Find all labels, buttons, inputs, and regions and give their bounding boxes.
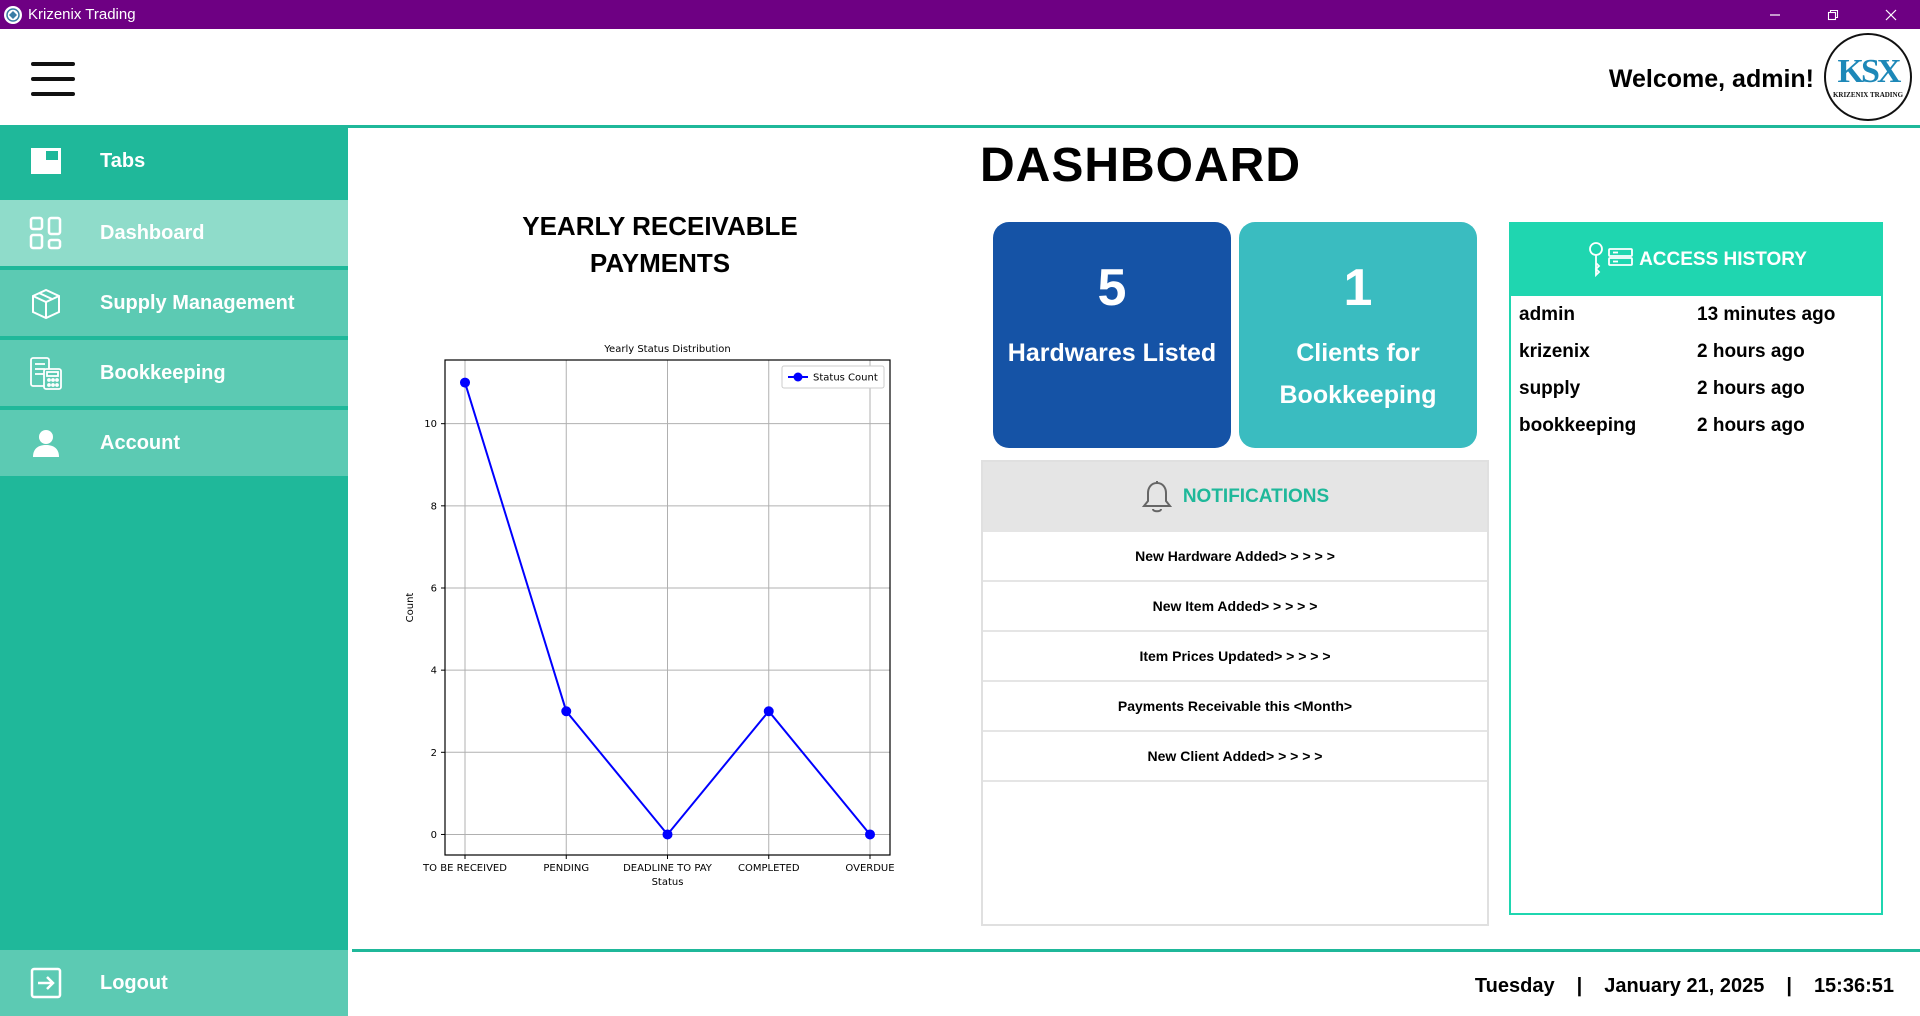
y-tick-label: 2	[431, 748, 437, 759]
minimize-button[interactable]	[1746, 0, 1804, 29]
sidebar-item-supply-management[interactable]: Supply Management	[0, 270, 348, 338]
data-point	[865, 829, 875, 840]
access-user: admin	[1519, 303, 1575, 325]
key-server-icon	[1585, 241, 1635, 279]
footer-datetime: Tuesday | January 21, 2025 | 15:36:51	[1475, 975, 1894, 998]
chart-heading: YEARLY RECEIVABLE PAYMENTS	[522, 211, 798, 278]
access-user: krizenix	[1519, 340, 1590, 362]
notification-item[interactable]: New Hardware Added> > > > >	[983, 532, 1487, 582]
data-point	[561, 706, 572, 717]
company-logo: KSX KRIZENIX TRADING	[1824, 33, 1912, 121]
access-user: supply	[1519, 377, 1581, 399]
x-tick-label: PENDING	[543, 863, 589, 874]
access-history-row: krizenix 2 hours ago	[1511, 333, 1881, 370]
notification-item[interactable]: New Item Added> > > > >	[983, 582, 1487, 632]
close-button[interactable]	[1862, 0, 1920, 29]
x-tick-label: DEADLINE TO PAY	[623, 863, 713, 874]
x-tick-label: OVERDUE	[845, 863, 894, 874]
access-history-row: supply 2 hours ago	[1511, 370, 1881, 407]
y-tick-label: 6	[431, 583, 437, 594]
y-tick-label: 8	[431, 501, 437, 512]
ledger-calculator-icon	[28, 355, 64, 391]
footer-time: 15:36:51	[1813, 975, 1894, 997]
dashboard-grid-icon	[28, 215, 64, 251]
sidebar-item-label: Supply Management	[100, 291, 295, 314]
access-user: bookkeeping	[1519, 414, 1637, 436]
legend-marker	[793, 372, 803, 382]
x-tick-label: COMPLETED	[738, 863, 800, 874]
hardwares-label: Hardwares Listed	[1007, 339, 1217, 367]
access-history-row: bookkeeping 2 hours ago	[1511, 407, 1881, 444]
notification-item[interactable]: New Client Added> > > > >	[983, 732, 1487, 782]
logout-icon	[28, 965, 64, 1001]
clients-label: Clients for Bookkeeping	[1279, 339, 1437, 409]
sidebar-item-label: Account	[100, 431, 180, 454]
footer-day: Tuesday	[1474, 975, 1555, 997]
clients-count: 1	[1343, 259, 1373, 317]
access-time: 2 hours ago	[1697, 414, 1805, 436]
notification-item[interactable]: Item Prices Updated> > > > >	[983, 632, 1487, 682]
sidebar-item-label: Tabs	[100, 149, 146, 172]
footer-separator: |	[1576, 975, 1583, 997]
data-point	[662, 829, 673, 840]
y-tick-label: 4	[431, 666, 437, 677]
notifications-heading: NOTIFICATIONS	[1182, 486, 1330, 507]
notifications-panel: NOTIFICATIONS New Hardware Added> > > > …	[981, 460, 1489, 926]
hamburger-menu-icon[interactable]	[31, 62, 75, 96]
x-tick-label: TO BE RECEIVED	[422, 863, 507, 874]
sidebar-item-dashboard[interactable]: Dashboard	[0, 200, 348, 268]
logo-mark: KSX	[1837, 53, 1902, 90]
access-history-row: admin 13 minutes ago	[1511, 296, 1881, 333]
tabs-icon	[28, 143, 64, 179]
app-header: Welcome, admin! KSX KRIZENIX TRADING	[0, 29, 1920, 126]
welcome-text: Welcome, admin!	[1608, 65, 1814, 93]
sidebar-item-tabs[interactable]: Tabs	[0, 128, 348, 196]
access-time: 13 minutes ago	[1697, 303, 1836, 325]
access-history-heading: ACCESS HISTORY	[1639, 249, 1807, 270]
page-title: DASHBOARD	[980, 139, 1301, 192]
data-point	[763, 706, 774, 717]
app-logo-icon	[4, 5, 22, 24]
hardwares-listed-card[interactable]: 5 Hardwares Listed	[993, 222, 1231, 448]
footer-separator: |	[1786, 975, 1792, 997]
window-title: Krizenix Trading	[28, 6, 136, 23]
y-axis-label: Count	[405, 593, 416, 623]
sidebar-item-account[interactable]: Account	[0, 410, 348, 478]
y-tick-label: 0	[431, 830, 437, 841]
x-axis-label: Status	[652, 877, 684, 888]
bell-icon	[1141, 480, 1173, 514]
chart-title: Yearly Status Distribution	[603, 344, 730, 355]
yearly-status-chart: Yearly Status Distribution 0 2 4 6 8 10 TO BE R…	[395, 335, 915, 905]
footer-divider	[352, 949, 1920, 952]
box-icon	[28, 285, 64, 321]
sidebar-item-label: Bookkeeping	[100, 361, 226, 384]
notification-item[interactable]: Payments Receivable this <Month>	[983, 682, 1487, 732]
footer-date: January 21, 2025	[1604, 975, 1765, 997]
sidebar: Tabs Dashboard Supply Management Bookkee…	[0, 128, 350, 1016]
y-tick-label: 10	[424, 419, 437, 430]
access-history-header: ACCESS HISTORY	[1511, 224, 1881, 296]
logo-text: KRIZENIX TRADING	[1832, 91, 1904, 99]
logout-button[interactable]: Logout	[0, 950, 348, 1016]
sidebar-item-label: Dashboard	[100, 221, 205, 244]
access-time: 2 hours ago	[1697, 377, 1805, 399]
user-icon	[28, 425, 64, 461]
access-time: 2 hours ago	[1697, 340, 1805, 362]
sidebar-item-bookkeeping[interactable]: Bookkeeping	[0, 340, 348, 408]
legend-label: Status Count	[813, 373, 878, 384]
notifications-header: NOTIFICATIONS	[983, 462, 1487, 532]
access-history-panel: ACCESS HISTORY admin 13 minutes ago kriz…	[1509, 222, 1883, 915]
sidebar-divider	[348, 128, 352, 1016]
restore-button[interactable]	[1804, 0, 1862, 29]
data-point	[460, 377, 470, 388]
window-titlebar: Krizenix Trading	[0, 0, 1920, 29]
hardwares-count: 5	[1097, 259, 1127, 317]
logout-label: Logout	[100, 971, 168, 994]
clients-bookkeeping-card[interactable]: 1 Clients for Bookkeeping	[1239, 222, 1477, 448]
